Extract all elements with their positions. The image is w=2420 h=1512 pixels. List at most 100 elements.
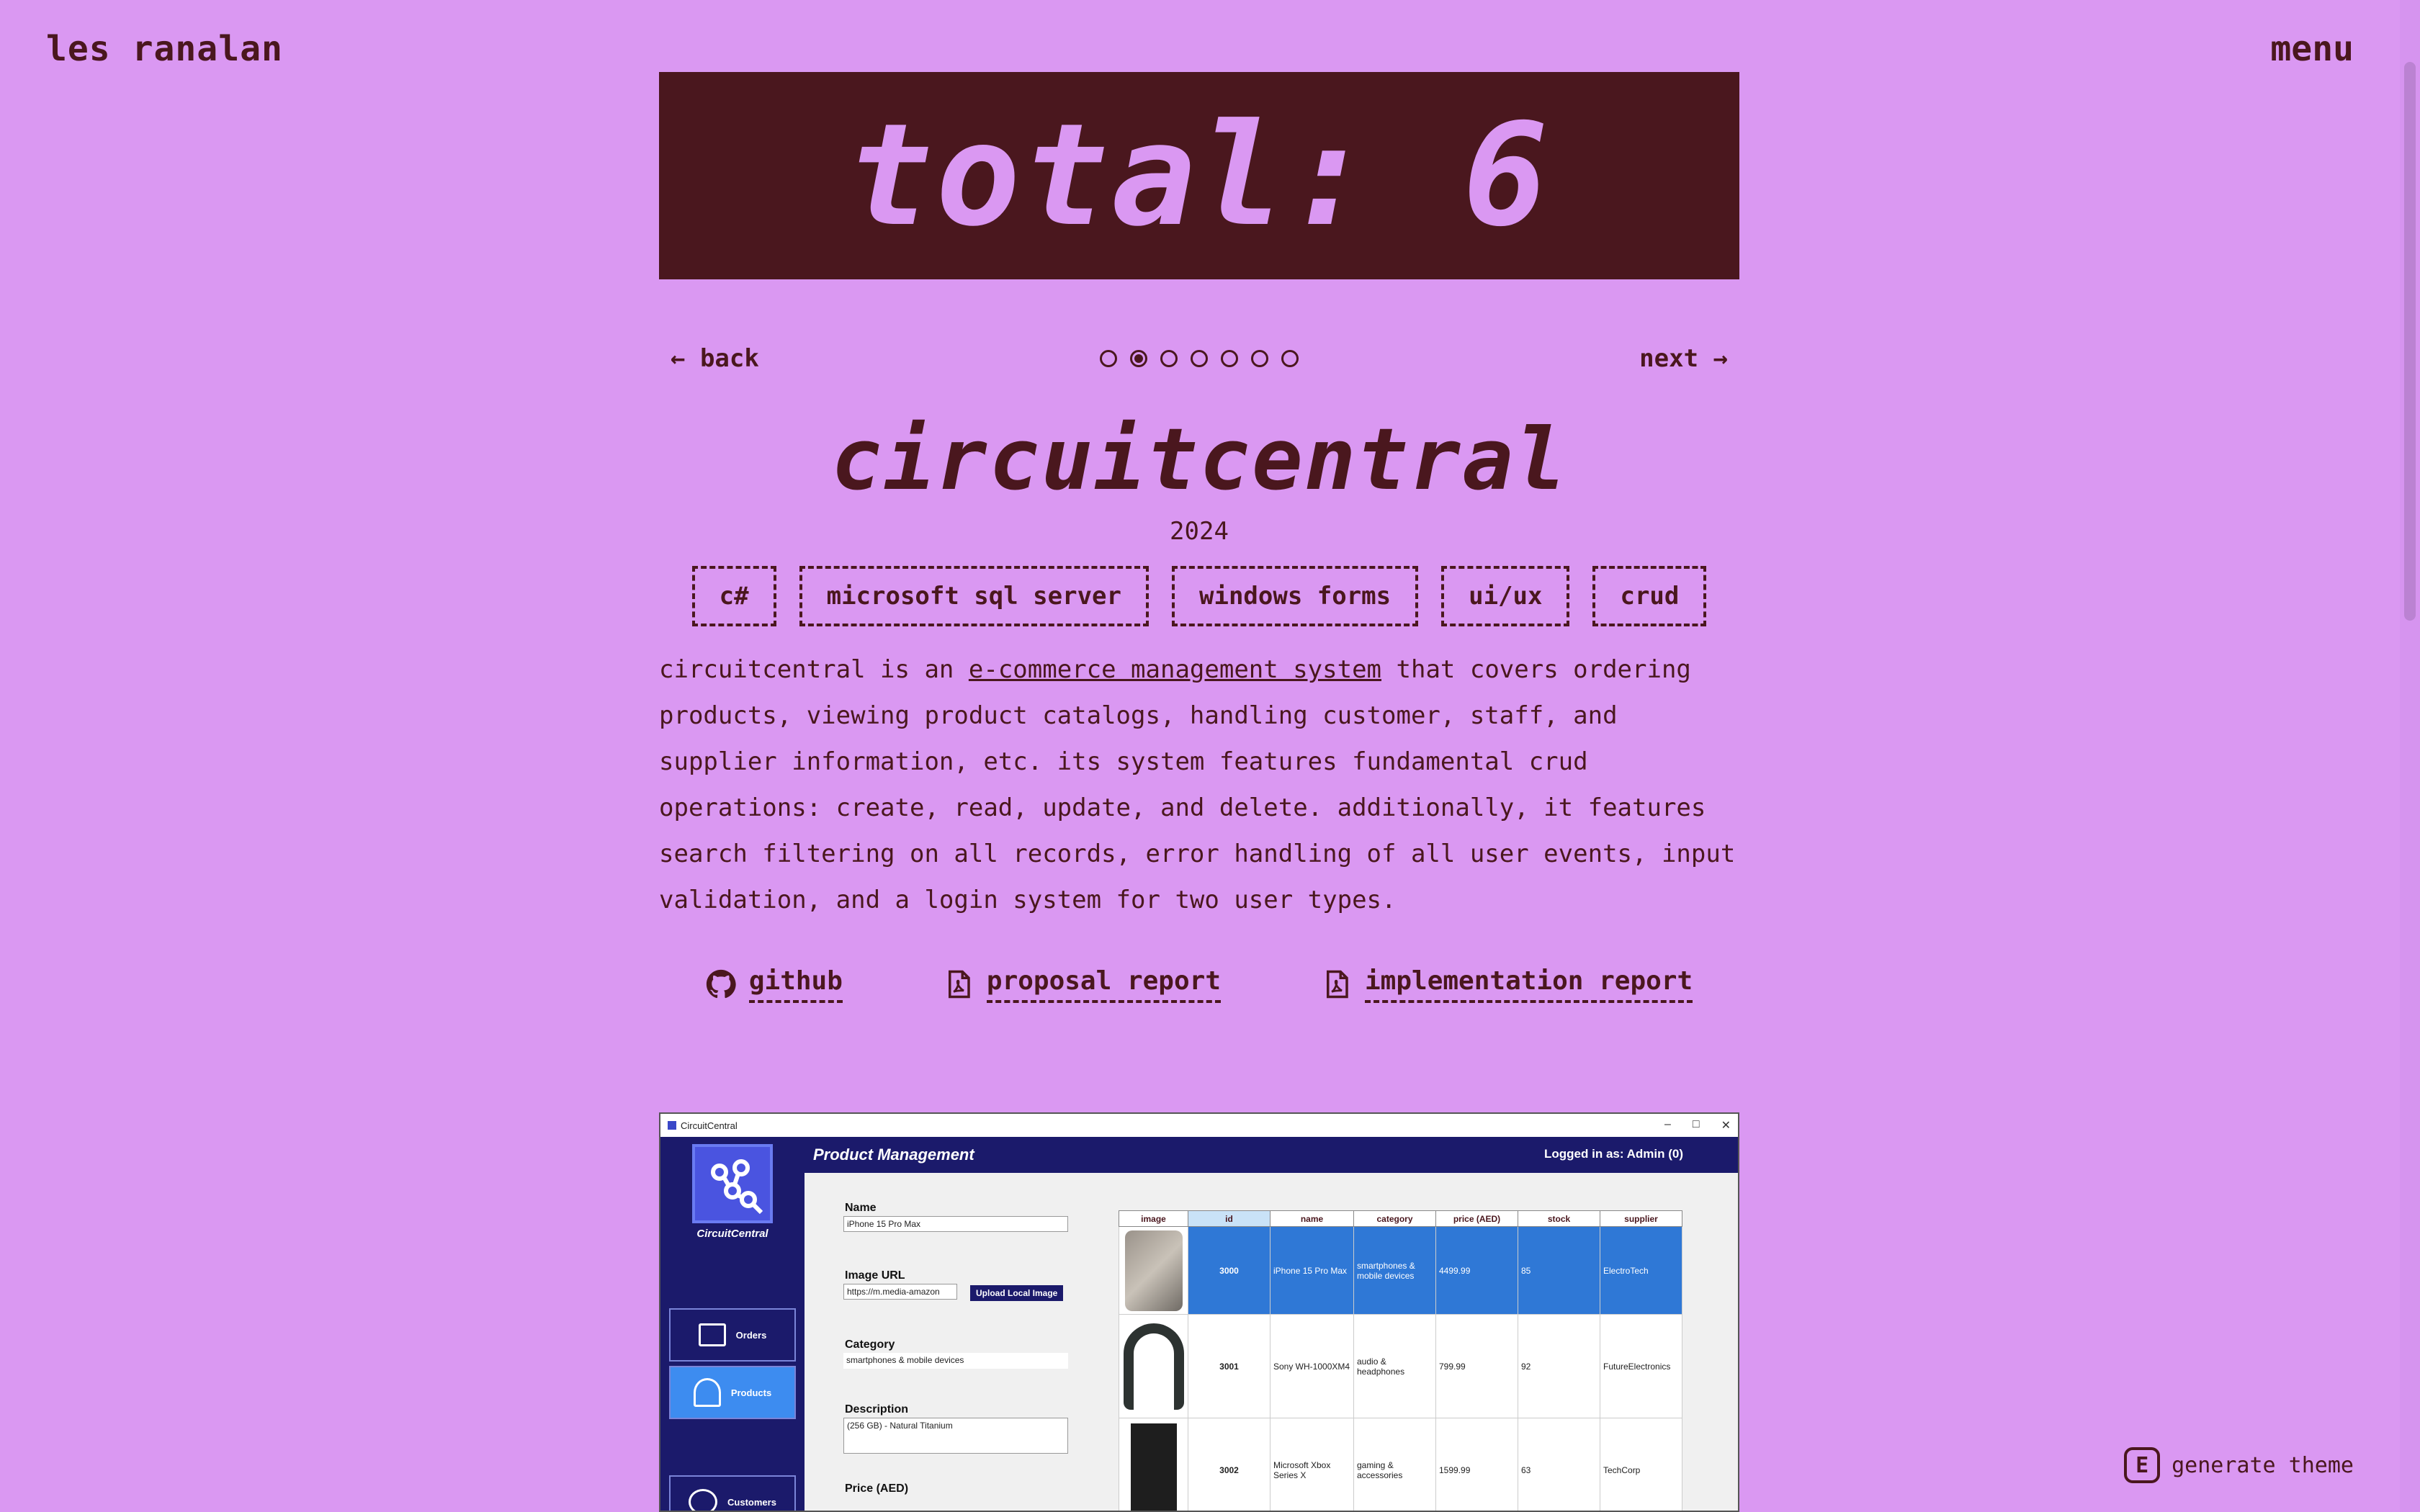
close-icon: ✕ xyxy=(1721,1120,1731,1132)
column-header: price (AED) xyxy=(1435,1210,1518,1227)
github-label: github xyxy=(748,966,843,1003)
headphones-image-icon xyxy=(1123,1323,1184,1410)
column-header: name xyxy=(1270,1210,1354,1227)
window-controls: – □ ✕ xyxy=(1664,1118,1731,1133)
ecommerce-link[interactable]: e-commerce management system xyxy=(969,655,1381,684)
sidebar-item-customers: Customers xyxy=(669,1475,796,1511)
table-row: 3000 iPhone 15 Pro Max smartphones & mob… xyxy=(1119,1226,1682,1315)
github-link[interactable]: github xyxy=(706,966,843,1003)
pager-dot[interactable] xyxy=(1251,350,1268,367)
cell-id: 3002 xyxy=(1188,1418,1270,1511)
cell-name: Microsoft Xbox Series X xyxy=(1270,1418,1354,1511)
main-content: total: 6 ← back next → circuitcentral 20… xyxy=(659,72,1739,1003)
image-url-field: https://m.media-amazon xyxy=(843,1284,957,1300)
product-table: image id name category price (AED) stock… xyxy=(1119,1210,1682,1511)
app-sidebar: CircuitCentral Orders Products Customers xyxy=(660,1137,805,1511)
cell-stock: 92 xyxy=(1518,1314,1600,1418)
cell-id: 3000 xyxy=(1188,1226,1270,1315)
description-text: circuitcentral is an xyxy=(659,654,969,684)
app-window-icon xyxy=(668,1121,676,1130)
cell-price: 1599.99 xyxy=(1435,1418,1518,1511)
box-icon xyxy=(698,1323,726,1346)
generate-theme-button[interactable]: E generate theme xyxy=(2124,1447,2354,1483)
cell-category: audio & headphones xyxy=(1353,1314,1436,1418)
menu-link[interactable]: menu xyxy=(2270,29,2354,69)
scrollbar-thumb[interactable] xyxy=(2404,62,2416,621)
cell-id: 3001 xyxy=(1188,1314,1270,1418)
tag-windows-forms: windows forms xyxy=(1172,565,1419,626)
pager-dots xyxy=(1100,350,1299,367)
price-label: Price (AED) xyxy=(845,1482,909,1495)
column-header: id xyxy=(1188,1210,1270,1227)
tag-sql-server: microsoft sql server xyxy=(799,565,1149,626)
proposal-report-link[interactable]: proposal report xyxy=(944,966,1221,1003)
circuit-logo-icon xyxy=(711,1159,763,1214)
logged-in-status: Logged in as: Admin (0) xyxy=(1544,1147,1683,1161)
window-title: CircuitCentral xyxy=(681,1120,738,1131)
project-description: circuitcentral is an e-commerce manageme… xyxy=(659,647,1739,923)
pager-dot[interactable] xyxy=(1221,350,1238,367)
circuitcentral-logo xyxy=(692,1144,773,1223)
github-icon xyxy=(706,970,736,999)
people-icon xyxy=(689,1489,718,1511)
implementation-report-link[interactable]: implementation report xyxy=(1322,966,1693,1003)
minimize-icon: – xyxy=(1664,1118,1671,1130)
pdf-icon xyxy=(1327,971,1348,999)
project-title: circuitcentral xyxy=(830,410,1568,509)
pager-dot[interactable] xyxy=(1191,350,1208,367)
generate-theme-label: generate theme xyxy=(2172,1452,2354,1478)
name-field: iPhone 15 Pro Max xyxy=(843,1216,1068,1232)
category-select: smartphones & mobile devices xyxy=(843,1353,1068,1369)
sidebar-item-orders: Orders xyxy=(669,1308,796,1362)
tag-crud: crud xyxy=(1592,565,1707,626)
product-image xyxy=(1119,1418,1188,1511)
sidebar-item-products: Products xyxy=(669,1366,796,1419)
console-image-icon xyxy=(1130,1423,1177,1511)
implementation-report-label: implementation report xyxy=(1365,966,1693,1003)
project-screenshot: CircuitCentral – □ ✕ CircuitCentral Orde… xyxy=(659,1112,1739,1512)
shapes-icon xyxy=(693,1378,721,1407)
column-header: image xyxy=(1119,1210,1188,1227)
app-header: Product Management Logged in as: Admin (… xyxy=(805,1137,1738,1173)
total-banner: total: 6 xyxy=(659,72,1739,279)
site-name[interactable]: les ranalan xyxy=(46,29,283,69)
app-body: CircuitCentral Orders Products Customers… xyxy=(660,1137,1738,1511)
product-grid-area: image id name category price (AED) stock… xyxy=(1093,1173,1738,1511)
tag-csharp: c# xyxy=(691,565,776,626)
description-label: Description xyxy=(845,1403,909,1416)
image-url-label: Image URL xyxy=(845,1269,905,1282)
maximize-icon: □ xyxy=(1692,1118,1700,1130)
proposal-report-label: proposal report xyxy=(986,966,1221,1003)
upload-image-button: Upload Local Image xyxy=(970,1285,1064,1301)
table-row: 3002 Microsoft Xbox Series X gaming & ac… xyxy=(1119,1418,1682,1511)
next-link[interactable]: next → xyxy=(1628,344,1739,373)
window-titlebar: CircuitCentral – □ ✕ xyxy=(660,1114,1738,1137)
pager-dot[interactable] xyxy=(1130,350,1147,367)
logo-text: CircuitCentral xyxy=(696,1228,768,1240)
sidebar-item-label: Orders xyxy=(735,1329,767,1341)
project-year: 2024 xyxy=(1170,516,1229,546)
back-link[interactable]: ← back xyxy=(659,344,771,373)
cell-supplier: TechCorp xyxy=(1600,1418,1682,1511)
pager-dot[interactable] xyxy=(1100,350,1117,367)
product-image xyxy=(1119,1226,1188,1315)
pdf-icon xyxy=(948,971,970,999)
cell-name: Sony WH-1000XM4 xyxy=(1270,1314,1354,1418)
sidebar-item-label: Products xyxy=(730,1387,772,1398)
cell-category: gaming & accessories xyxy=(1353,1418,1436,1511)
cell-supplier: ElectroTech xyxy=(1600,1226,1682,1315)
cell-price: 799.99 xyxy=(1435,1314,1518,1418)
column-header: category xyxy=(1353,1210,1436,1227)
column-header: stock xyxy=(1518,1210,1600,1227)
cell-stock: 85 xyxy=(1518,1226,1600,1315)
phone-image-icon xyxy=(1124,1230,1183,1311)
tech-tags: c# microsoft sql server windows forms ui… xyxy=(659,565,1739,626)
pager-dot[interactable] xyxy=(1160,350,1178,367)
cell-category: smartphones & mobile devices xyxy=(1353,1226,1436,1315)
cell-supplier: FutureElectronics xyxy=(1600,1314,1682,1418)
sidebar-item-label: Customers xyxy=(727,1496,776,1508)
pager-dot[interactable] xyxy=(1281,350,1299,367)
category-label: Category xyxy=(845,1338,895,1351)
product-form: Name iPhone 15 Pro Max Image URL https:/… xyxy=(805,1173,1093,1511)
scrollbar[interactable] xyxy=(2400,0,2420,1512)
